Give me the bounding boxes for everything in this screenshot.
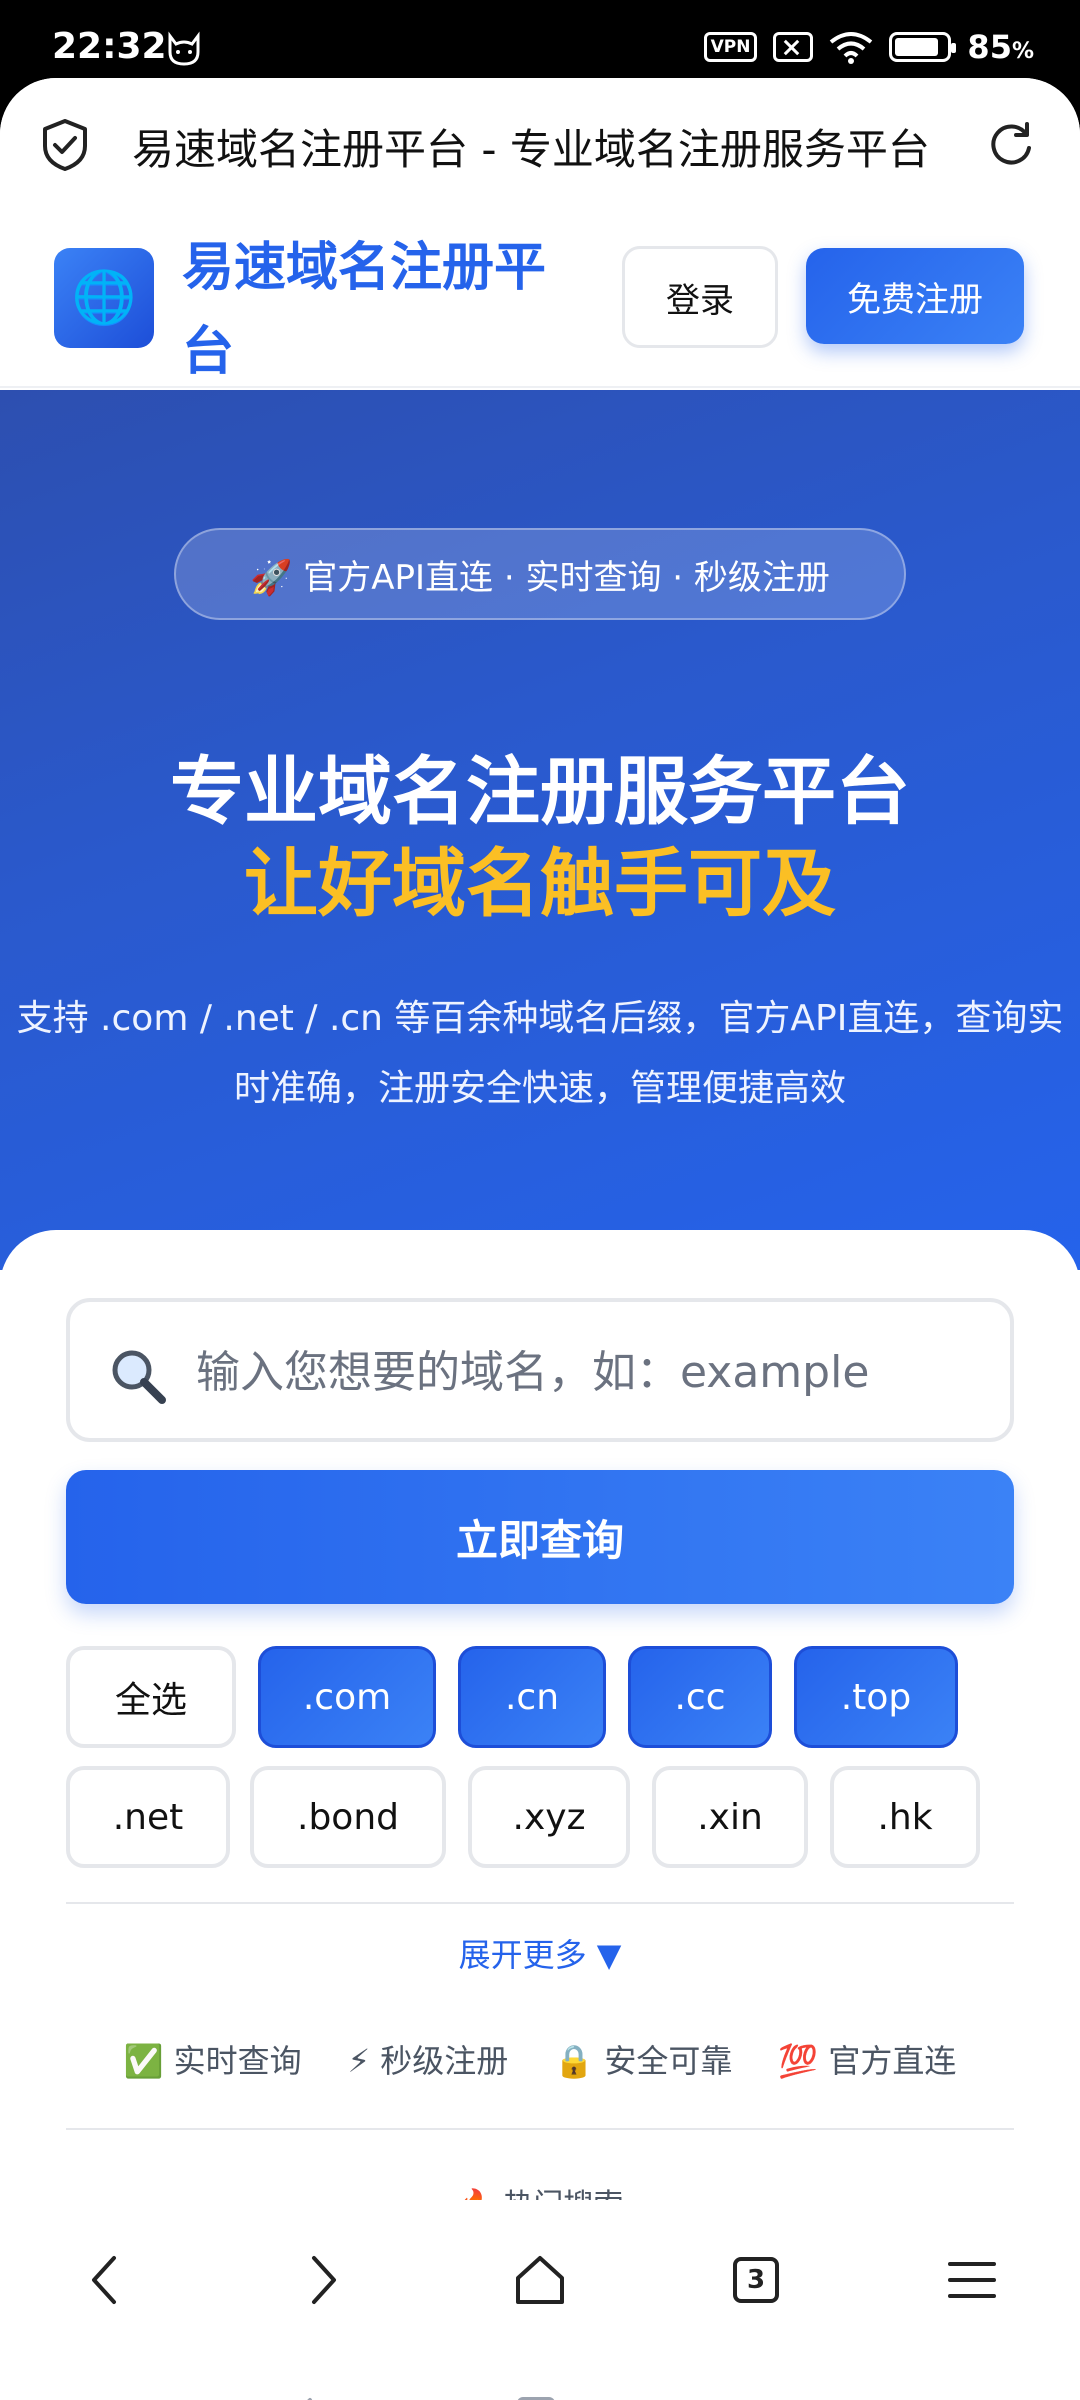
feature-label: 安全可靠 <box>604 2042 733 2080</box>
hero-subtitle: 让好域名触手可及 <box>244 841 836 927</box>
tld-select-all[interactable]: 全选 <box>66 1646 236 1748</box>
reload-icon[interactable] <box>986 120 1036 170</box>
globe-logo-icon[interactable]: 🌐 <box>54 248 154 348</box>
hero-badge: 🚀 官方API直连 · 实时查询 · 秒级注册 <box>174 528 906 620</box>
lightning-icon: ⚡ <box>347 2042 371 2080</box>
register-button[interactable]: 免费注册 <box>806 248 1024 344</box>
vpn-icon: VPN <box>703 32 758 62</box>
search-icon <box>112 1350 166 1404</box>
battery-percent: 85% <box>967 28 1034 66</box>
system-recents-icon[interactable] <box>738 2386 798 2400</box>
tld-option-com[interactable]: .com <box>258 1646 436 1748</box>
hero-description: 支持 .com / .net / .cn 等百余种域名后缀，官方API直连，查询… <box>16 998 1064 1109</box>
cat-icon <box>168 31 200 66</box>
page-title[interactable]: 易速域名注册平台 - 专业域名注册服务平台 <box>132 116 952 177</box>
globe-icon: 🌐 <box>71 268 137 328</box>
feature-label: 秒级注册 <box>380 2042 509 2080</box>
browser-toolbar: 3 <box>0 2200 1080 2360</box>
expand-more-link[interactable]: 展开更多 ▼ <box>0 1930 1080 1976</box>
system-back-icon[interactable] <box>274 2386 334 2400</box>
tld-option-top[interactable]: .top <box>794 1646 958 1748</box>
shield-check-icon[interactable] <box>40 118 90 172</box>
back-icon[interactable] <box>76 2250 136 2310</box>
status-time: 22:32 <box>52 26 167 67</box>
menu-icon[interactable] <box>942 2250 1002 2310</box>
site-name[interactable]: 易速域名注册平台 <box>182 226 592 394</box>
feature-list: ✅ 实时查询 ⚡ 秒级注册 🔒 安全可靠 💯 官方直连 <box>0 2036 1080 2082</box>
hero-title: 专业域名注册服务平台 <box>170 749 910 835</box>
tld-option-cn[interactable]: .cn <box>458 1646 606 1748</box>
forward-icon[interactable] <box>292 2250 352 2310</box>
tld-option-bond[interactable]: .bond <box>250 1766 446 1868</box>
browser-window: 易速域名注册平台 - 专业域名注册服务平台 🌐 易速域名注册平台 登录 免费注册… <box>0 78 1080 2400</box>
site-header: 🌐 易速域名注册平台 登录 免费注册 <box>0 198 1080 388</box>
tab-count: 3 <box>733 2257 779 2303</box>
divider <box>66 2128 1014 2130</box>
feature-label: 官方直连 <box>828 2042 957 2080</box>
search-card: 立即查询 全选 .com .cn .cc .top .net .bond .xy… <box>0 1230 1080 2223</box>
url-bar[interactable]: 易速域名注册平台 - 专业域名注册服务平台 <box>0 78 1080 198</box>
battery-icon <box>889 32 957 62</box>
lock-icon: 🔒 <box>554 2042 595 2080</box>
check-icon: ✅ <box>123 2042 164 2080</box>
tld-option-xyz[interactable]: .xyz <box>468 1766 630 1868</box>
tld-option-cc[interactable]: .cc <box>628 1646 772 1748</box>
divider <box>66 1902 1014 1904</box>
feature-realtime: ✅ 实时查询 <box>124 2036 302 2082</box>
wifi-icon <box>830 32 873 64</box>
login-button[interactable]: 登录 <box>622 246 778 348</box>
domain-search-input[interactable] <box>196 1332 986 1412</box>
tld-option-hk[interactable]: .hk <box>830 1766 980 1868</box>
sim-off-icon <box>773 32 814 62</box>
search-box[interactable] <box>66 1298 1014 1442</box>
search-button[interactable]: 立即查询 <box>66 1470 1014 1604</box>
feature-official: 💯 官方直连 <box>778 2036 956 2082</box>
home-icon[interactable] <box>510 2250 570 2310</box>
feature-instant: ⚡ 秒级注册 <box>348 2036 509 2082</box>
status-icons: VPN 85% <box>703 28 1034 66</box>
tabs-button[interactable]: 3 <box>726 2250 786 2310</box>
system-home-icon[interactable] <box>506 2386 566 2400</box>
hero-section: 🚀 官方API直连 · 实时查询 · 秒级注册 专业域名注册服务平台 让好域名触… <box>0 390 1080 1270</box>
feature-secure: 🔒 安全可靠 <box>554 2036 732 2082</box>
feature-label: 实时查询 <box>173 2042 302 2080</box>
tld-option-net[interactable]: .net <box>66 1766 230 1868</box>
hundred-icon: 💯 <box>778 2042 819 2080</box>
tld-option-xin[interactable]: .xin <box>652 1766 808 1868</box>
system-nav-bar <box>0 2360 1080 2400</box>
